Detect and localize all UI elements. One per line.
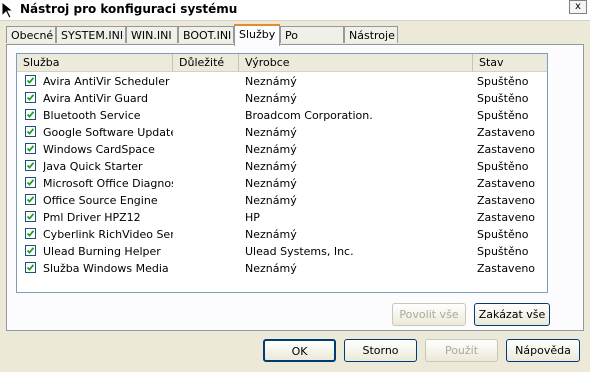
apply-button[interactable]: Použít (425, 339, 498, 362)
service-checkbox[interactable] (25, 143, 36, 154)
service-vendor: Neznámý (245, 143, 297, 156)
service-checkbox[interactable] (25, 194, 36, 205)
tab-po-spusteni[interactable]: Po spuštění (280, 26, 344, 59)
service-important (179, 243, 239, 260)
tab-bar: Obecné SYSTEM.INI WIN.INI BOOT.INI Služb… (6, 24, 586, 59)
service-important (179, 209, 239, 226)
service-vendor: Neznámý (245, 160, 297, 173)
tab-nastroje[interactable]: Nástroje (344, 26, 398, 43)
service-name: Microsoft Office Diagnos... (43, 177, 173, 190)
service-important (179, 124, 239, 141)
service-vendor: HP (245, 211, 260, 224)
service-name: Pml Driver HPZ12 (43, 211, 141, 224)
service-name: Avira AntiVir Guard (43, 92, 148, 105)
service-checkbox[interactable] (25, 109, 36, 120)
service-important (179, 90, 239, 107)
column-header-service[interactable]: Služba (17, 54, 173, 71)
service-important (179, 158, 239, 175)
close-button[interactable]: x (569, 0, 587, 14)
service-checkbox[interactable] (25, 245, 36, 256)
service-vendor: Neznámý (245, 177, 297, 190)
service-checkbox[interactable] (25, 126, 36, 137)
column-header-vendor[interactable]: Výrobce (239, 54, 473, 71)
service-status: Zastaveno (477, 194, 536, 207)
service-vendor: Neznámý (245, 194, 297, 207)
service-status: Spuštěno (477, 109, 529, 122)
app-icon (0, 0, 18, 20)
service-status: Zastaveno (477, 262, 536, 275)
service-status: Spuštěno (477, 160, 529, 173)
service-checkbox[interactable] (25, 160, 36, 171)
help-button[interactable]: Nápověda (506, 339, 580, 362)
title-bar: Nástroj pro konfiguraci systému x (0, 0, 590, 21)
service-status: Zastaveno (477, 211, 536, 224)
disable-all-button[interactable]: Zakázat vše (474, 303, 550, 326)
service-name: Google Software Updater (43, 126, 173, 139)
service-vendor: Neznámý (245, 228, 297, 241)
service-row[interactable]: Bluetooth Service Broadcom Corporation. Sp… (17, 107, 547, 124)
service-status: Zastaveno (477, 126, 536, 139)
services-list[interactable]: Služba Důležité Výrobce Stav Avira AntiV… (16, 53, 548, 293)
service-row[interactable]: Avira AntiVir Scheduler Neznámý Spuštěno (17, 73, 547, 90)
service-name: Avira AntiVir Scheduler (43, 75, 170, 88)
service-row[interactable]: Pml Driver HPZ12 HP Zastaveno (17, 209, 547, 226)
service-checkbox[interactable] (25, 177, 36, 188)
service-row[interactable]: Avira AntiVir Guard Neznámý Spuštěno (17, 90, 547, 107)
tab-win-ini[interactable]: WIN.INI (126, 26, 178, 43)
service-status: Zastaveno (477, 143, 536, 156)
service-status: Spuštěno (477, 245, 529, 258)
service-vendor: Neznámý (245, 75, 297, 88)
service-vendor: Broadcom Corporation. (245, 109, 373, 122)
service-row[interactable]: Google Software Updater Neznámý Zastaveno (17, 124, 547, 141)
service-name: Služba Windows Media Pl... (43, 262, 173, 275)
service-checkbox[interactable] (25, 92, 36, 103)
service-row[interactable]: Služba Windows Media Pl... Neznámý Zastave… (17, 260, 547, 277)
service-important (179, 260, 239, 277)
service-row[interactable]: Java Quick Starter Neznámý Spuštěno (17, 158, 547, 175)
service-name: Bluetooth Service (43, 109, 141, 122)
service-checkbox[interactable] (25, 228, 36, 239)
list-header: Služba Důležité Výrobce Stav (17, 54, 547, 72)
service-row[interactable]: Microsoft Office Diagnos... Neznámý Zastav… (17, 175, 547, 192)
service-vendor: Neznámý (245, 126, 297, 139)
cancel-button[interactable]: Storno (344, 339, 417, 362)
service-row[interactable]: Office Source Engine Neznámý Zastaveno (17, 192, 547, 209)
column-header-status[interactable]: Stav (473, 54, 547, 71)
enable-all-button[interactable]: Povolit vše (392, 303, 466, 326)
tab-system-ini[interactable]: SYSTEM.INI (56, 26, 126, 43)
service-important (179, 226, 239, 243)
service-name: Java Quick Starter (43, 160, 143, 173)
service-status: Spuštěno (477, 75, 529, 88)
ok-button[interactable]: OK (263, 339, 336, 362)
service-checkbox[interactable] (25, 211, 36, 222)
service-row[interactable]: Ulead Burning Helper Ulead Systems, Inc. S… (17, 243, 547, 260)
service-checkbox[interactable] (25, 75, 36, 86)
tab-obecne[interactable]: Obecné (6, 26, 56, 43)
service-status: Spuštěno (477, 92, 529, 105)
service-row[interactable]: Windows CardSpace Neznámý Zastaveno (17, 141, 547, 158)
service-name: Cyberlink RichVideo Serv... (43, 228, 173, 241)
tab-boot-ini[interactable]: BOOT.INI (178, 26, 234, 43)
service-status: Spuštěno (477, 228, 529, 241)
service-checkbox[interactable] (25, 262, 36, 273)
service-important (179, 192, 239, 209)
column-header-important[interactable]: Důležité (173, 54, 239, 71)
tab-sluzby[interactable]: Služby (234, 24, 280, 46)
service-important (179, 107, 239, 124)
window-title: Nástroj pro konfiguraci systému (20, 2, 238, 16)
service-status: Zastaveno (477, 177, 536, 190)
service-vendor: Neznámý (245, 262, 297, 275)
service-row[interactable]: Cyberlink RichVideo Serv... Neznámý Spuště… (17, 226, 547, 243)
service-name: Ulead Burning Helper (43, 245, 161, 258)
service-vendor: Neznámý (245, 92, 297, 105)
service-name: Windows CardSpace (43, 143, 155, 156)
service-vendor: Ulead Systems, Inc. (245, 245, 354, 258)
service-important (179, 175, 239, 192)
service-important (179, 141, 239, 158)
service-important (179, 73, 239, 90)
service-name: Office Source Engine (43, 194, 158, 207)
